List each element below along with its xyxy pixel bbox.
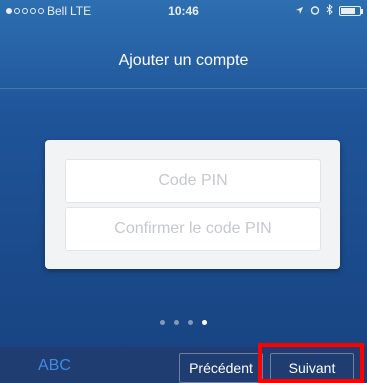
previous-button[interactable]: Précédent	[179, 353, 263, 383]
page-indicator	[0, 320, 367, 325]
page-dot	[174, 320, 179, 325]
battery-icon	[339, 6, 363, 16]
page-dot-active	[202, 320, 207, 325]
location-arrow-icon	[295, 4, 304, 18]
page-title: Ajouter un compte	[118, 52, 249, 69]
alarm-icon	[310, 4, 320, 18]
next-button-highlight	[258, 343, 364, 383]
header-divider	[0, 88, 367, 89]
pin-form-card: Code PIN Confirmer le code PIN	[45, 140, 340, 269]
bluetooth-icon	[326, 3, 333, 18]
page-dot	[188, 320, 193, 325]
confirm-pin-input[interactable]: Confirmer le code PIN	[65, 207, 321, 251]
status-right	[295, 3, 363, 18]
pin-input[interactable]: Code PIN	[65, 159, 321, 203]
page-dot	[160, 320, 165, 325]
abc-keyboard-toggle[interactable]: ABC	[38, 357, 71, 375]
screen: Bell LTE 10:46 Ajouter un compte Code PI…	[0, 0, 367, 383]
status-bar: Bell LTE 10:46	[0, 0, 367, 22]
